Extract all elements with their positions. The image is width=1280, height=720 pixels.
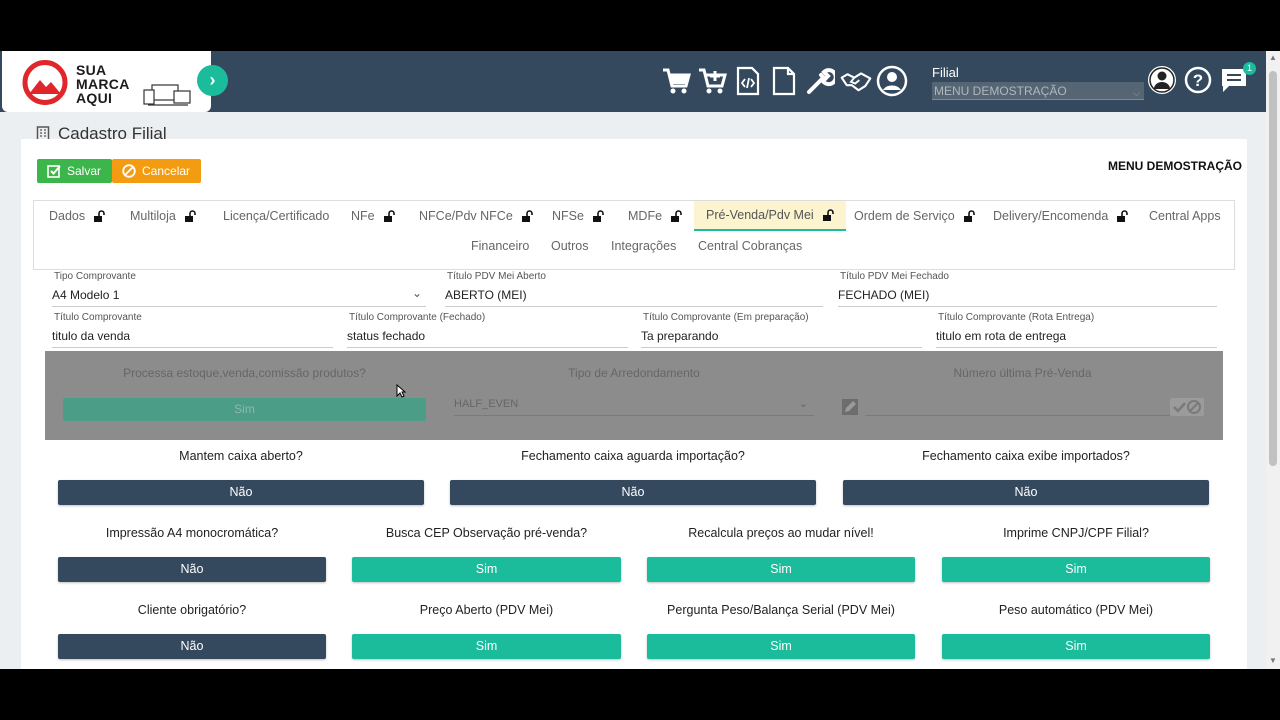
tab-1[interactable]: Multiloja xyxy=(130,201,196,231)
help-icon[interactable]: ? xyxy=(1183,65,1213,95)
top-bar: SUA MARCA AQUI › Filial MENU DEMOSTRAÇÃO… xyxy=(0,51,1266,112)
toggle-button[interactable]: Não xyxy=(58,480,424,505)
toggle-button[interactable]: Não xyxy=(843,480,1209,505)
toggle-label: Imprime CNPJ/CPF Filial? xyxy=(1003,526,1149,540)
tab-6[interactable]: MDFe xyxy=(628,201,682,231)
toggle-label: Fechamento caixa aguarda importação? xyxy=(521,449,745,463)
tab-row2-2[interactable]: Integrações xyxy=(611,231,676,261)
scroll-up-icon[interactable]: ▲ xyxy=(1269,53,1277,62)
unlock-icon xyxy=(592,210,604,222)
toggle-label: Busca CEP Observação pré-venda? xyxy=(385,526,588,540)
brand-logo[interactable]: SUA MARCA AQUI xyxy=(2,51,211,112)
cart-icon[interactable] xyxy=(660,63,692,99)
chevron-down-icon: ⌄ xyxy=(798,398,808,410)
titulo-comprovante-preparacao-field[interactable]: Título Comprovante (Em preparação) Ta pr… xyxy=(641,312,922,348)
numero-pre-venda-label: Número última Pré-Venda xyxy=(953,366,1092,380)
tipo-comprovante-field[interactable]: Tipo Comprovante A4 Modelo 1 ⌄ xyxy=(52,271,426,307)
app-viewport: SUA MARCA AQUI › Filial MENU DEMOSTRAÇÃO… xyxy=(0,51,1280,669)
ban-icon xyxy=(122,164,136,178)
toggle-button[interactable]: Sim xyxy=(647,634,915,659)
tab-3[interactable]: NFe xyxy=(351,201,395,231)
toggle-label: Cliente obrigatório? xyxy=(137,603,247,617)
toggle-button[interactable]: Sim xyxy=(647,557,915,582)
unlock-icon xyxy=(671,210,682,222)
toggle-label: Mantem caixa aberto? xyxy=(179,449,303,463)
titulo-comprovante-field[interactable]: Título Comprovante titulo da venda xyxy=(52,312,333,348)
check-toggle-icon xyxy=(1170,398,1204,416)
svg-text:?: ? xyxy=(1193,71,1203,90)
unlock-icon xyxy=(184,210,196,222)
toggle-label: Peso automático (PDV Mei) xyxy=(998,603,1154,617)
unlock-icon xyxy=(1117,210,1129,222)
mouse-cursor-icon xyxy=(396,384,406,398)
toggle-label: Pergunta Peso/Balança Serial (PDV Mei) xyxy=(667,603,895,617)
toggle-button[interactable]: Sim xyxy=(352,557,621,582)
save-button[interactable]: Salvar xyxy=(37,159,112,183)
handshake-icon[interactable] xyxy=(840,63,872,99)
toggle-button[interactable]: Sim xyxy=(942,634,1210,659)
toggle-button[interactable]: Não xyxy=(58,557,326,582)
unlock-icon xyxy=(521,210,533,222)
unlock-icon xyxy=(822,209,834,221)
unlock-icon xyxy=(383,210,395,222)
tab-2[interactable]: Licença/Certificado xyxy=(223,201,329,231)
tab-7[interactable]: Pré-Venda/Pdv Mei xyxy=(694,201,846,231)
toggle-button[interactable]: Não xyxy=(58,634,326,659)
arredondamento-label: Tipo de Arredondamento xyxy=(568,366,700,380)
tab-10[interactable]: Central Apps xyxy=(1149,201,1221,231)
titulo-comprovante-fechado-field[interactable]: Título Comprovante (Fechado) status fech… xyxy=(347,312,628,348)
toggle-label: Fechamento caixa exibe importados? xyxy=(922,449,1130,463)
logo-mark-icon xyxy=(22,60,68,105)
devices-icon xyxy=(143,84,191,106)
toggle-button[interactable]: Sim xyxy=(942,557,1210,582)
unlock-icon xyxy=(94,210,105,222)
tab-5[interactable]: NFSe xyxy=(552,201,604,231)
scroll-down-icon[interactable]: ▼ xyxy=(1269,656,1277,665)
processa-estoque-label: Processa estoque,venda,comissão produtos… xyxy=(123,366,366,380)
notification-badge: 1 xyxy=(1243,62,1256,75)
disabled-settings-panel: Processa estoque,venda,comissão produtos… xyxy=(45,351,1223,440)
file-code-icon[interactable] xyxy=(732,63,764,99)
titulo-comprovante-rota-field[interactable]: Título Comprovante (Rota Entrega) titulo… xyxy=(936,312,1217,348)
tab-4[interactable]: NFCe/Pdv NFCe xyxy=(419,201,533,231)
titulo-aberto-field[interactable]: Título PDV Mei Aberto ABERTO (MEI) xyxy=(445,271,823,307)
check-square-icon xyxy=(47,165,61,178)
tab-9[interactable]: Delivery/Encomenda xyxy=(993,201,1129,231)
wrench-icon[interactable] xyxy=(804,63,836,99)
file-icon[interactable] xyxy=(768,63,800,99)
tab-row2-1[interactable]: Outros xyxy=(551,231,589,261)
user-circle-icon[interactable] xyxy=(876,63,908,99)
cancel-button[interactable]: Cancelar xyxy=(112,159,201,183)
toggle-button[interactable]: Sim xyxy=(352,634,621,659)
filial-label: Filial xyxy=(932,65,959,80)
logo-text: SUA MARCA AQUI xyxy=(76,62,130,106)
tab-row2-0[interactable]: Financeiro xyxy=(471,231,529,261)
toggle-label: Preço Aberto (PDV Mei) xyxy=(419,603,554,617)
cart-plus-icon[interactable] xyxy=(696,63,728,99)
titulo-fechado-field[interactable]: Título PDV Mei Fechado FECHADO (MEI) xyxy=(838,271,1217,307)
edit-icon xyxy=(842,399,858,415)
unlock-icon xyxy=(963,210,975,222)
toggle-label: Recalcula preços ao mudar nível! xyxy=(688,526,874,540)
sidebar-toggle-button[interactable]: › xyxy=(197,65,228,96)
toggle-label: Impressão A4 monocromática? xyxy=(105,526,279,540)
filial-select[interactable]: MENU DEMOSTRAÇÃO ⌵ xyxy=(932,82,1144,100)
toolbar-icons xyxy=(660,63,908,99)
company-name: MENU DEMOSTRAÇÃO xyxy=(1108,159,1242,173)
chevron-down-icon: ⌄ xyxy=(411,286,422,300)
header-actions: ? xyxy=(1147,65,1249,95)
vertical-scrollbar[interactable]: ▲ ▼ xyxy=(1266,51,1280,669)
numero-pre-venda-input xyxy=(865,398,1170,416)
scrollbar-thumb[interactable] xyxy=(1269,71,1277,466)
user-avatar-icon[interactable] xyxy=(1147,65,1177,95)
tab-0[interactable]: Dados xyxy=(49,201,105,231)
processa-estoque-toggle: Sim xyxy=(63,398,426,421)
tab-8[interactable]: Ordem de Serviço xyxy=(854,201,975,231)
chevron-down-icon: ⌵ xyxy=(1133,88,1140,98)
arredondamento-select: HALF_EVEN ⌄ xyxy=(454,398,814,416)
toggle-button[interactable]: Não xyxy=(450,480,816,505)
chevron-right-icon: › xyxy=(209,70,216,90)
tab-row2-3[interactable]: Central Cobranças xyxy=(698,231,802,261)
